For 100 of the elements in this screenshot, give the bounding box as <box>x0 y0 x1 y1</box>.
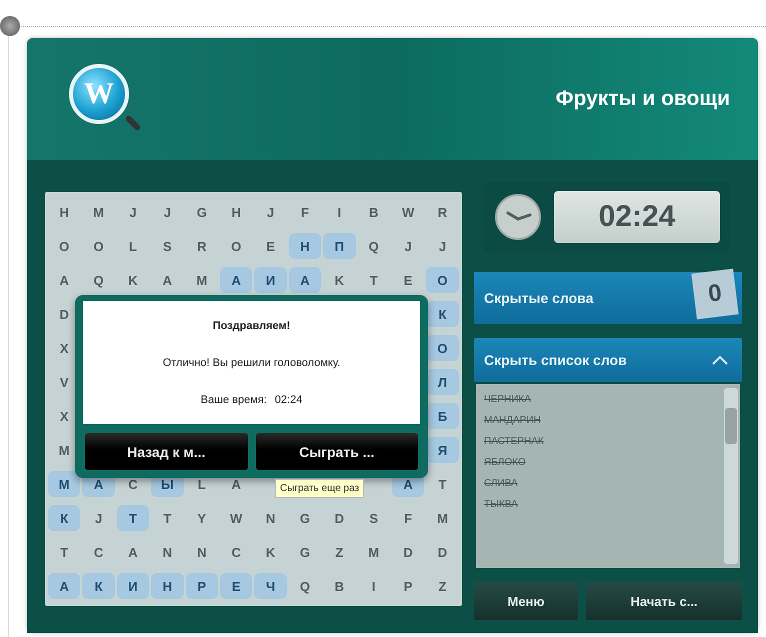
grid-letter: M <box>58 442 71 460</box>
grid-letter: H <box>58 204 70 222</box>
grid-letter: G <box>298 510 311 528</box>
grid-letter: B <box>368 204 380 222</box>
grid-letter: E <box>265 238 276 256</box>
grid-letter: D <box>58 306 70 324</box>
hidden-words-counter: 0 <box>691 268 739 320</box>
grid-letter: Q <box>92 272 105 290</box>
highlighted-letter: О <box>426 267 459 293</box>
grid-letter: А <box>230 476 242 494</box>
highlighted-letter: Р <box>186 573 218 599</box>
grid-letter: J <box>94 510 104 528</box>
word-list-toggle[interactable]: Скрыть список слов <box>474 338 742 382</box>
highlighted-letter: А <box>48 573 80 599</box>
highlighted-letter: И <box>254 267 287 293</box>
highlighted-letter: Ч <box>254 573 287 599</box>
clock-icon <box>494 193 542 241</box>
grid-letter: D <box>402 544 414 562</box>
highlighted-letter: К <box>82 573 115 599</box>
highlighted-letter: И <box>116 573 150 599</box>
grid-letter: W <box>400 204 416 222</box>
dialog-button[interactable]: Назад к м... <box>85 433 248 470</box>
grid-letter: T <box>162 510 172 528</box>
word-list-item: ЧЕРНИКА <box>484 394 531 405</box>
grid-letter: K <box>264 544 276 562</box>
hidden-words-label: Скрытые слова <box>484 290 594 306</box>
grid-letter: I <box>370 578 377 596</box>
grid-letter: Z <box>438 578 448 596</box>
grid-letter: C <box>92 544 104 562</box>
grid-letter: Y <box>196 510 208 528</box>
dialog-message: Отлично! Вы решили головоломку. <box>162 356 340 368</box>
highlighted-letter: К <box>48 505 80 531</box>
highlighted-letter: О <box>426 335 459 361</box>
grid-letter: R <box>436 204 448 222</box>
window-title: Фрукты и овощи <box>556 87 730 111</box>
restart-button[interactable]: Начать с... <box>586 582 742 620</box>
grid-letter: M <box>195 272 208 290</box>
grid-letter: A <box>127 544 139 562</box>
highlighted-letter: Н <box>151 573 184 599</box>
grid-letter: O <box>58 238 70 256</box>
grid-letter: N <box>162 544 174 562</box>
menu-button[interactable]: Меню <box>474 582 578 620</box>
grid-letter: M <box>436 510 449 528</box>
grid-letter: T <box>59 544 70 562</box>
time-value: 02:24 <box>274 394 302 406</box>
grid-letter: P <box>402 578 414 596</box>
word-list-item: ЯБЛОКО <box>484 457 526 468</box>
word-list-item: СЛИВА <box>484 478 518 489</box>
word-list-item: ТЫКВА <box>484 499 518 510</box>
grid-letter: L <box>196 476 207 494</box>
window-corner-icon <box>0 16 20 36</box>
grid-letter: R <box>196 238 208 256</box>
grid-letter: N <box>264 510 276 528</box>
grid-letter: H <box>230 204 242 222</box>
highlighted-letter: К <box>426 301 459 327</box>
highlighted-letter: Я <box>426 437 459 463</box>
grid-letter: O <box>230 238 242 256</box>
grid-letter: B <box>334 578 346 596</box>
highlighted-letter: М <box>48 471 80 497</box>
grid-letter: J <box>266 204 276 222</box>
grid-letter: N <box>196 544 208 562</box>
grid-letter: M <box>367 544 380 562</box>
dialog-title: Поздравляем! <box>212 320 290 332</box>
grid-letter: J <box>403 238 413 256</box>
grid-letter: D <box>334 510 346 528</box>
grid-letter: S <box>368 510 380 528</box>
grid-letter: O <box>92 238 105 256</box>
grid-letter: K <box>334 272 346 290</box>
grid-letter: J <box>162 204 172 222</box>
grid-letter: J <box>438 238 448 256</box>
dialog-button[interactable]: Сыграть ... <box>256 433 418 470</box>
grid-letter: L <box>128 238 138 256</box>
highlighted-letter: А <box>288 267 322 293</box>
scrollbar[interactable] <box>724 388 738 564</box>
highlighted-letter: П <box>323 233 356 259</box>
grid-letter: A <box>58 272 70 290</box>
grid-letter: X <box>58 408 70 426</box>
grid-letter: A <box>162 272 174 290</box>
grid-letter: J <box>128 204 138 222</box>
grid-letter: W <box>229 510 244 528</box>
grid-letter: Z <box>334 544 344 562</box>
grid-letter: С <box>127 476 139 494</box>
highlighted-letter: А <box>220 267 252 293</box>
word-list-item: МАНДАРИН <box>484 415 541 426</box>
highlighted-letter: Н <box>288 233 322 259</box>
grid-letter: V <box>58 374 70 392</box>
grid-letter: F <box>403 510 414 528</box>
grid-letter: T <box>368 272 379 290</box>
highlighted-letter: Л <box>426 369 459 395</box>
tooltip: Сыграть еще раз <box>275 479 364 498</box>
grid-letter: Q <box>368 238 380 256</box>
highlighted-letter: Б <box>426 403 459 429</box>
highlighted-letter: Е <box>220 573 252 599</box>
grid-letter: I <box>336 204 342 222</box>
grid-letter: S <box>162 238 173 256</box>
grid-letter: T <box>438 476 448 494</box>
grid-letter: K <box>127 272 139 290</box>
word-list-item: ПАСТЕРНАК <box>484 436 544 447</box>
timer-display: 02:24 <box>554 191 720 243</box>
grid-letter: F <box>300 204 310 222</box>
